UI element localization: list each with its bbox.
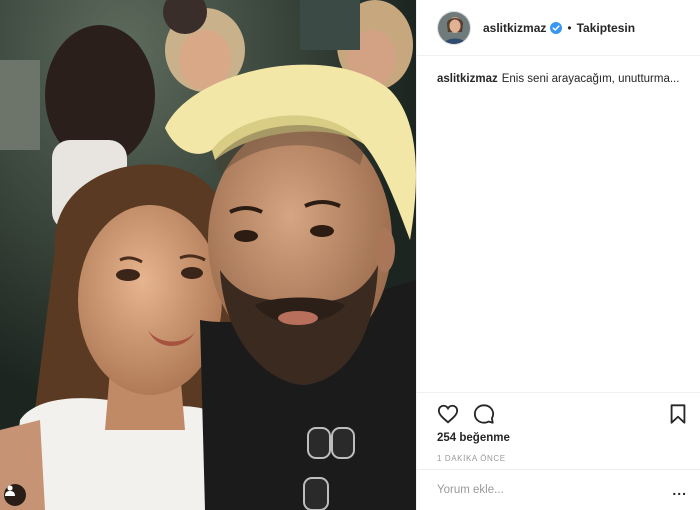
post-photo[interactable] bbox=[0, 0, 416, 510]
avatar[interactable] bbox=[437, 10, 471, 45]
instagram-post: aslitkizmaz • Takiptesin aslitkizmaz Enis… bbox=[0, 0, 700, 510]
comment-input[interactable] bbox=[437, 484, 647, 496]
caption-username-link[interactable]: aslitkizmaz bbox=[437, 73, 498, 85]
user-tag-icon[interactable] bbox=[4, 484, 26, 506]
comment-bar: ... bbox=[417, 469, 700, 510]
separator-dot: • bbox=[567, 20, 572, 35]
username-link[interactable]: aslitkizmaz bbox=[483, 21, 546, 35]
selfie-photo bbox=[0, 0, 416, 510]
caption-text: Enis seni arayacağım, unutturma... bbox=[501, 73, 680, 85]
more-options-button[interactable]: ... bbox=[672, 482, 687, 498]
post-header: aslitkizmaz • Takiptesin bbox=[417, 0, 700, 56]
action-icon-row bbox=[437, 403, 687, 425]
likes-count[interactable]: 254 beğenme bbox=[437, 432, 510, 444]
post-actions: 254 beğenme 1 DAKİKA ÖNCE bbox=[417, 392, 700, 463]
comment-icon[interactable] bbox=[473, 403, 495, 425]
verified-badge-icon bbox=[550, 21, 563, 34]
bookmark-icon[interactable] bbox=[667, 403, 689, 425]
post-side-panel: aslitkizmaz • Takiptesin aslitkizmaz Enis… bbox=[416, 0, 700, 510]
following-button[interactable]: Takiptesin bbox=[577, 21, 635, 35]
post-timestamp: 1 DAKİKA ÖNCE bbox=[437, 454, 506, 463]
heart-icon[interactable] bbox=[437, 403, 459, 425]
post-caption: aslitkizmaz Enis seni arayacağım, unuttur… bbox=[437, 72, 697, 87]
